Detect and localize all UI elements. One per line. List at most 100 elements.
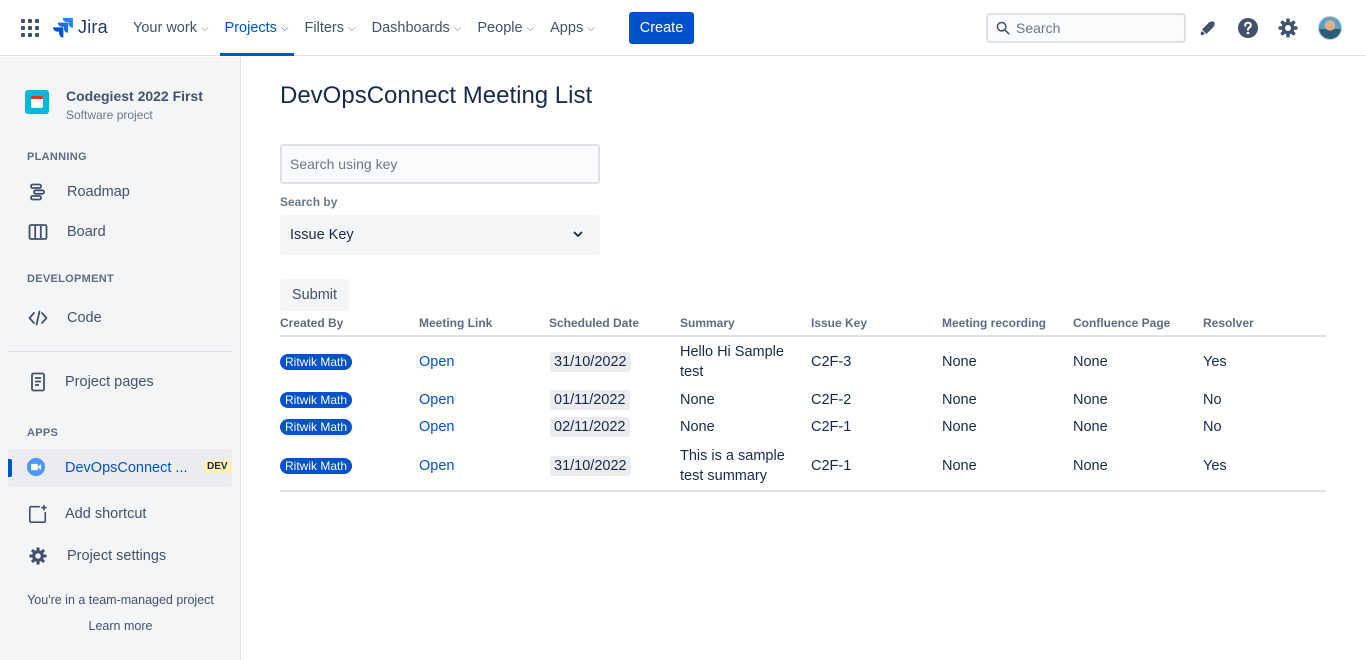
issue-key-cell: C2F-1 [811, 419, 852, 435]
nav-apps[interactable]: Apps ⌵ [543, 0, 602, 56]
nav-label: Apps [550, 20, 584, 36]
scheduled-date: 01/11/2022 [550, 389, 630, 410]
search-input[interactable] [1016, 20, 1176, 36]
meeting-link[interactable]: Open [419, 419, 454, 435]
dev-badge: DEV [203, 460, 232, 473]
sidebar-item-label: Project pages [65, 374, 154, 390]
nav-your-work[interactable]: Your work ⌵ [126, 0, 216, 56]
search-by-label: Search by [280, 195, 338, 209]
sidebar-item-project-pages[interactable]: Project pages [8, 364, 232, 400]
sidebar-item-code[interactable]: Code [8, 300, 232, 336]
resolver-cell: No [1203, 419, 1222, 435]
global-search[interactable] [986, 13, 1186, 43]
scheduled-date: 31/10/2022 [550, 455, 631, 476]
table-row: Ritwik Math Open 31/10/2022 This is a sa… [280, 441, 1326, 492]
issue-key-cell: C2F-1 [811, 441, 942, 492]
meeting-link[interactable]: Open [419, 458, 454, 474]
resolver-cell: Yes [1203, 353, 1227, 370]
sidebar-item-devopsconnect[interactable]: DevOpsConnect ... DEV [8, 449, 232, 487]
column-header: Confluence Page [1073, 311, 1203, 337]
sidebar-item-label: Roadmap [67, 184, 130, 200]
scheduled-date: 02/11/2022 [550, 417, 630, 437]
settings-gear-icon[interactable] [1276, 16, 1300, 40]
confluence-cell: None [1073, 353, 1108, 370]
help-icon[interactable] [1236, 16, 1260, 40]
project-avatar-icon [25, 90, 49, 114]
column-header: Meeting recording [942, 311, 1073, 337]
scheduled-date: 31/10/2022 [550, 351, 631, 372]
search-by-select[interactable]: Issue Key [280, 215, 600, 255]
sidebar-item-label: Board [67, 224, 106, 240]
created-by-lozenge[interactable]: Ritwik Math [280, 419, 353, 435]
jira-logo-icon [53, 17, 73, 38]
column-header: Created By [280, 311, 419, 337]
search-icon [996, 21, 1010, 35]
chevron-down-icon: ⌵ [348, 22, 356, 34]
column-header: Issue Key [811, 311, 942, 337]
board-icon [28, 222, 48, 242]
project-type: Software project [66, 108, 153, 122]
resolver-cell: No [1203, 391, 1222, 408]
table-row: Ritwik Math Open 01/11/2022 None C2F-2 N… [280, 386, 1326, 413]
chevron-down-icon [572, 228, 584, 244]
project-header[interactable]: Codegiest 2022 First Software project [25, 88, 203, 122]
created-by-lozenge[interactable]: Ritwik Math [280, 457, 353, 474]
summary-cell: None [680, 391, 715, 408]
section-development: DEVELOPMENT [27, 273, 115, 285]
submit-button[interactable]: Submit [280, 279, 349, 311]
created-by-lozenge[interactable]: Ritwik Math [280, 391, 353, 408]
nav-filters[interactable]: Filters ⌵ [298, 0, 363, 56]
learn-more-link[interactable]: Learn more [0, 619, 241, 633]
column-header: Meeting Link [419, 311, 549, 337]
nav-people[interactable]: People ⌵ [470, 0, 541, 56]
recording-cell: None [942, 419, 977, 435]
app-switcher-icon[interactable] [20, 18, 40, 38]
nav-projects[interactable]: Projects ⌵ [218, 0, 296, 56]
table-row: Ritwik Math Open 02/11/2022 None C2F-1 N… [280, 413, 1326, 441]
chevron-down-icon: ⌵ [280, 22, 289, 34]
sidebar-item-add-shortcut[interactable]: Add shortcut [8, 496, 232, 532]
nav-label: Filters [304, 20, 345, 36]
create-button[interactable]: Create [629, 12, 694, 44]
sidebar-item-project-settings[interactable]: Project settings [8, 538, 232, 574]
meeting-link[interactable]: Open [419, 392, 454, 408]
recording-cell: None [942, 441, 1073, 492]
project-name: Codegiest 2022 First [66, 88, 203, 104]
column-header: Resolver [1203, 311, 1326, 337]
chevron-down-icon: ⌵ [453, 22, 462, 34]
chevron-down-icon: ⌵ [587, 22, 595, 34]
nav-label: People [477, 20, 523, 36]
notifications-icon[interactable] [1196, 16, 1220, 40]
video-camera-icon [26, 457, 46, 477]
add-shortcut-icon [28, 504, 48, 524]
code-icon [28, 308, 48, 328]
team-managed-note: You're in a team-managed project [27, 593, 214, 607]
table-row: Ritwik Math Open 31/10/2022 Hello Hi Sam… [280, 336, 1326, 386]
page-icon [28, 372, 48, 392]
jira-logo[interactable]: Jira [52, 16, 108, 38]
created-by-lozenge[interactable]: Ritwik Math [280, 353, 353, 370]
nav-label: Your work [133, 20, 197, 36]
meeting-link[interactable]: Open [419, 354, 454, 370]
sidebar-item-board[interactable]: Board [8, 214, 232, 250]
sidebar-item-roadmap[interactable]: Roadmap [8, 174, 232, 210]
issue-key-search-input[interactable] [280, 144, 600, 184]
sidebar-item-label: DevOpsConnect ... [65, 460, 188, 476]
confluence-cell: None [1073, 391, 1108, 408]
chevron-down-icon: ⌵ [200, 22, 209, 34]
sidebar-item-label: Project settings [67, 548, 167, 564]
recording-cell: None [942, 391, 977, 408]
chevron-down-icon: ⌵ [526, 22, 535, 34]
nav-dashboards[interactable]: Dashboards ⌵ [365, 0, 469, 56]
nav-label: Dashboards [371, 20, 450, 36]
primary-nav: Your work ⌵ Projects ⌵ Filters ⌵ Dashboards… [126, 0, 604, 56]
user-avatar[interactable] [1318, 16, 1342, 40]
gear-icon [28, 546, 48, 566]
confluence-cell: None [1073, 441, 1203, 492]
column-header: Scheduled Date [549, 311, 680, 337]
resolver-cell: Yes [1203, 441, 1326, 492]
column-header: Summary [680, 311, 811, 337]
summary-cell: This is a sample test summary [680, 441, 811, 492]
meeting-table: Created By Meeting Link Scheduled Date S… [280, 311, 1326, 492]
summary-cell: Hello Hi Sample test [680, 343, 784, 380]
